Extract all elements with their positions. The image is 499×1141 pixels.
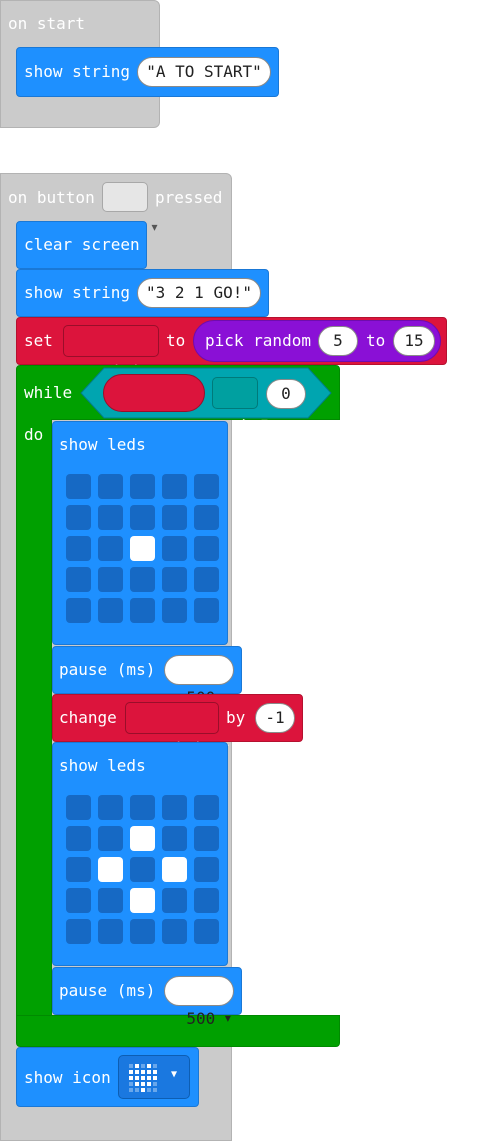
led-cell[interactable] (66, 505, 91, 530)
icon-dropdown[interactable]: ▼ (118, 1055, 190, 1099)
chevron-down-icon: ▼ (171, 1069, 178, 1080)
led-cell[interactable] (162, 598, 187, 623)
compare-operator-dropdown[interactable]: > ▼ (212, 377, 268, 432)
led-cell[interactable] (130, 919, 155, 944)
led-cell[interactable] (130, 505, 155, 530)
led-cell[interactable] (98, 536, 123, 561)
led-cell[interactable] (130, 857, 155, 882)
random-to-label: to (366, 331, 386, 350)
led-cell[interactable] (162, 888, 187, 913)
led-cell[interactable] (194, 826, 219, 851)
led-cell[interactable] (98, 888, 123, 913)
pressed-label: pressed (155, 188, 223, 207)
random-max-input[interactable]: 15 (393, 326, 435, 356)
pause-label-2: pause (ms) (59, 981, 156, 1000)
heart-icon (129, 1064, 157, 1092)
pick-random-label: pick random (205, 331, 311, 350)
led-cell[interactable] (98, 598, 123, 623)
led-cell[interactable] (194, 567, 219, 592)
led-cell[interactable] (162, 795, 187, 820)
led-cell[interactable] (162, 536, 187, 561)
set-variable-dropdown[interactable]: potato ▼ (63, 325, 167, 380)
led-cell[interactable] (130, 826, 155, 851)
led-cell[interactable] (98, 857, 123, 882)
led-cell[interactable] (98, 795, 123, 820)
show-leds-label-1: show leds (59, 435, 146, 454)
led-cell[interactable] (162, 919, 187, 944)
set-to-label: to (166, 331, 186, 350)
string-go-input[interactable]: "3 2 1 GO!" (137, 278, 261, 308)
led-cell[interactable] (162, 567, 187, 592)
led-cell[interactable] (130, 567, 155, 592)
led-cell[interactable] (130, 795, 155, 820)
led-grid-2[interactable] (66, 795, 222, 944)
led-cell[interactable] (194, 857, 219, 882)
led-cell[interactable] (194, 888, 219, 913)
pause-value-2: 500 (186, 1009, 216, 1028)
led-cell[interactable] (66, 567, 91, 592)
led-cell[interactable] (130, 598, 155, 623)
led-cell[interactable] (162, 505, 187, 530)
random-min-input[interactable]: 5 (318, 326, 358, 356)
led-cell[interactable] (162, 474, 187, 499)
chevron-down-icon: ▼ (261, 417, 268, 429)
while-loop-spine (16, 419, 52, 1019)
led-cell[interactable] (98, 826, 123, 851)
while-label: while (24, 383, 73, 402)
show-icon-label: show icon (24, 1068, 111, 1087)
show-string-go-label: show string (24, 283, 130, 302)
chevron-down-icon: ▼ (224, 1013, 231, 1025)
led-cell[interactable] (130, 474, 155, 499)
led-cell[interactable] (98, 505, 123, 530)
led-cell[interactable] (194, 795, 219, 820)
pause-label-1: pause (ms) (59, 660, 156, 679)
led-cell[interactable] (162, 826, 187, 851)
led-cell[interactable] (194, 919, 219, 944)
on-button-label: on button (8, 188, 95, 207)
led-cell[interactable] (130, 536, 155, 561)
led-cell[interactable] (162, 857, 187, 882)
clear-screen-label: clear screen (24, 235, 140, 254)
string-input[interactable]: "A TO START" (137, 57, 271, 87)
do-label: do (24, 425, 44, 444)
pause-value-dropdown-2[interactable]: 500 ▼ (164, 976, 234, 1028)
led-cell[interactable] (66, 888, 91, 913)
show-leds-label-2: show leds (59, 756, 146, 775)
led-cell[interactable] (98, 567, 123, 592)
led-cell[interactable] (66, 536, 91, 561)
chevron-down-icon: ▼ (151, 222, 158, 234)
led-cell[interactable] (66, 826, 91, 851)
led-cell[interactable] (98, 474, 123, 499)
button-dropdown[interactable]: A ▼ (102, 182, 158, 237)
led-cell[interactable] (194, 536, 219, 561)
led-cell[interactable] (66, 474, 91, 499)
on-start-label: on start (8, 14, 86, 33)
pause-value-dropdown-1[interactable]: 500 ▼ (164, 655, 234, 707)
show-string-label: show string (24, 62, 130, 81)
change-variable-dropdown[interactable]: potato ▼ (125, 702, 229, 757)
led-cell[interactable] (66, 795, 91, 820)
compare-operator: > (242, 413, 252, 432)
compare-value-input[interactable]: 0 (266, 379, 306, 409)
led-cell[interactable] (98, 919, 123, 944)
led-cell[interactable] (66, 598, 91, 623)
change-by-label: by (226, 708, 246, 727)
change-label: change (59, 708, 117, 727)
compare-variable-pill[interactable]: potato ▼ (103, 374, 205, 438)
led-cell[interactable] (130, 888, 155, 913)
led-cell[interactable] (194, 598, 219, 623)
led-cell[interactable] (194, 505, 219, 530)
set-label: set (24, 331, 53, 350)
change-value-input[interactable]: -1 (255, 703, 295, 733)
led-cell[interactable] (194, 474, 219, 499)
led-cell[interactable] (66, 919, 91, 944)
led-grid-1[interactable] (66, 474, 222, 623)
led-cell[interactable] (66, 857, 91, 882)
